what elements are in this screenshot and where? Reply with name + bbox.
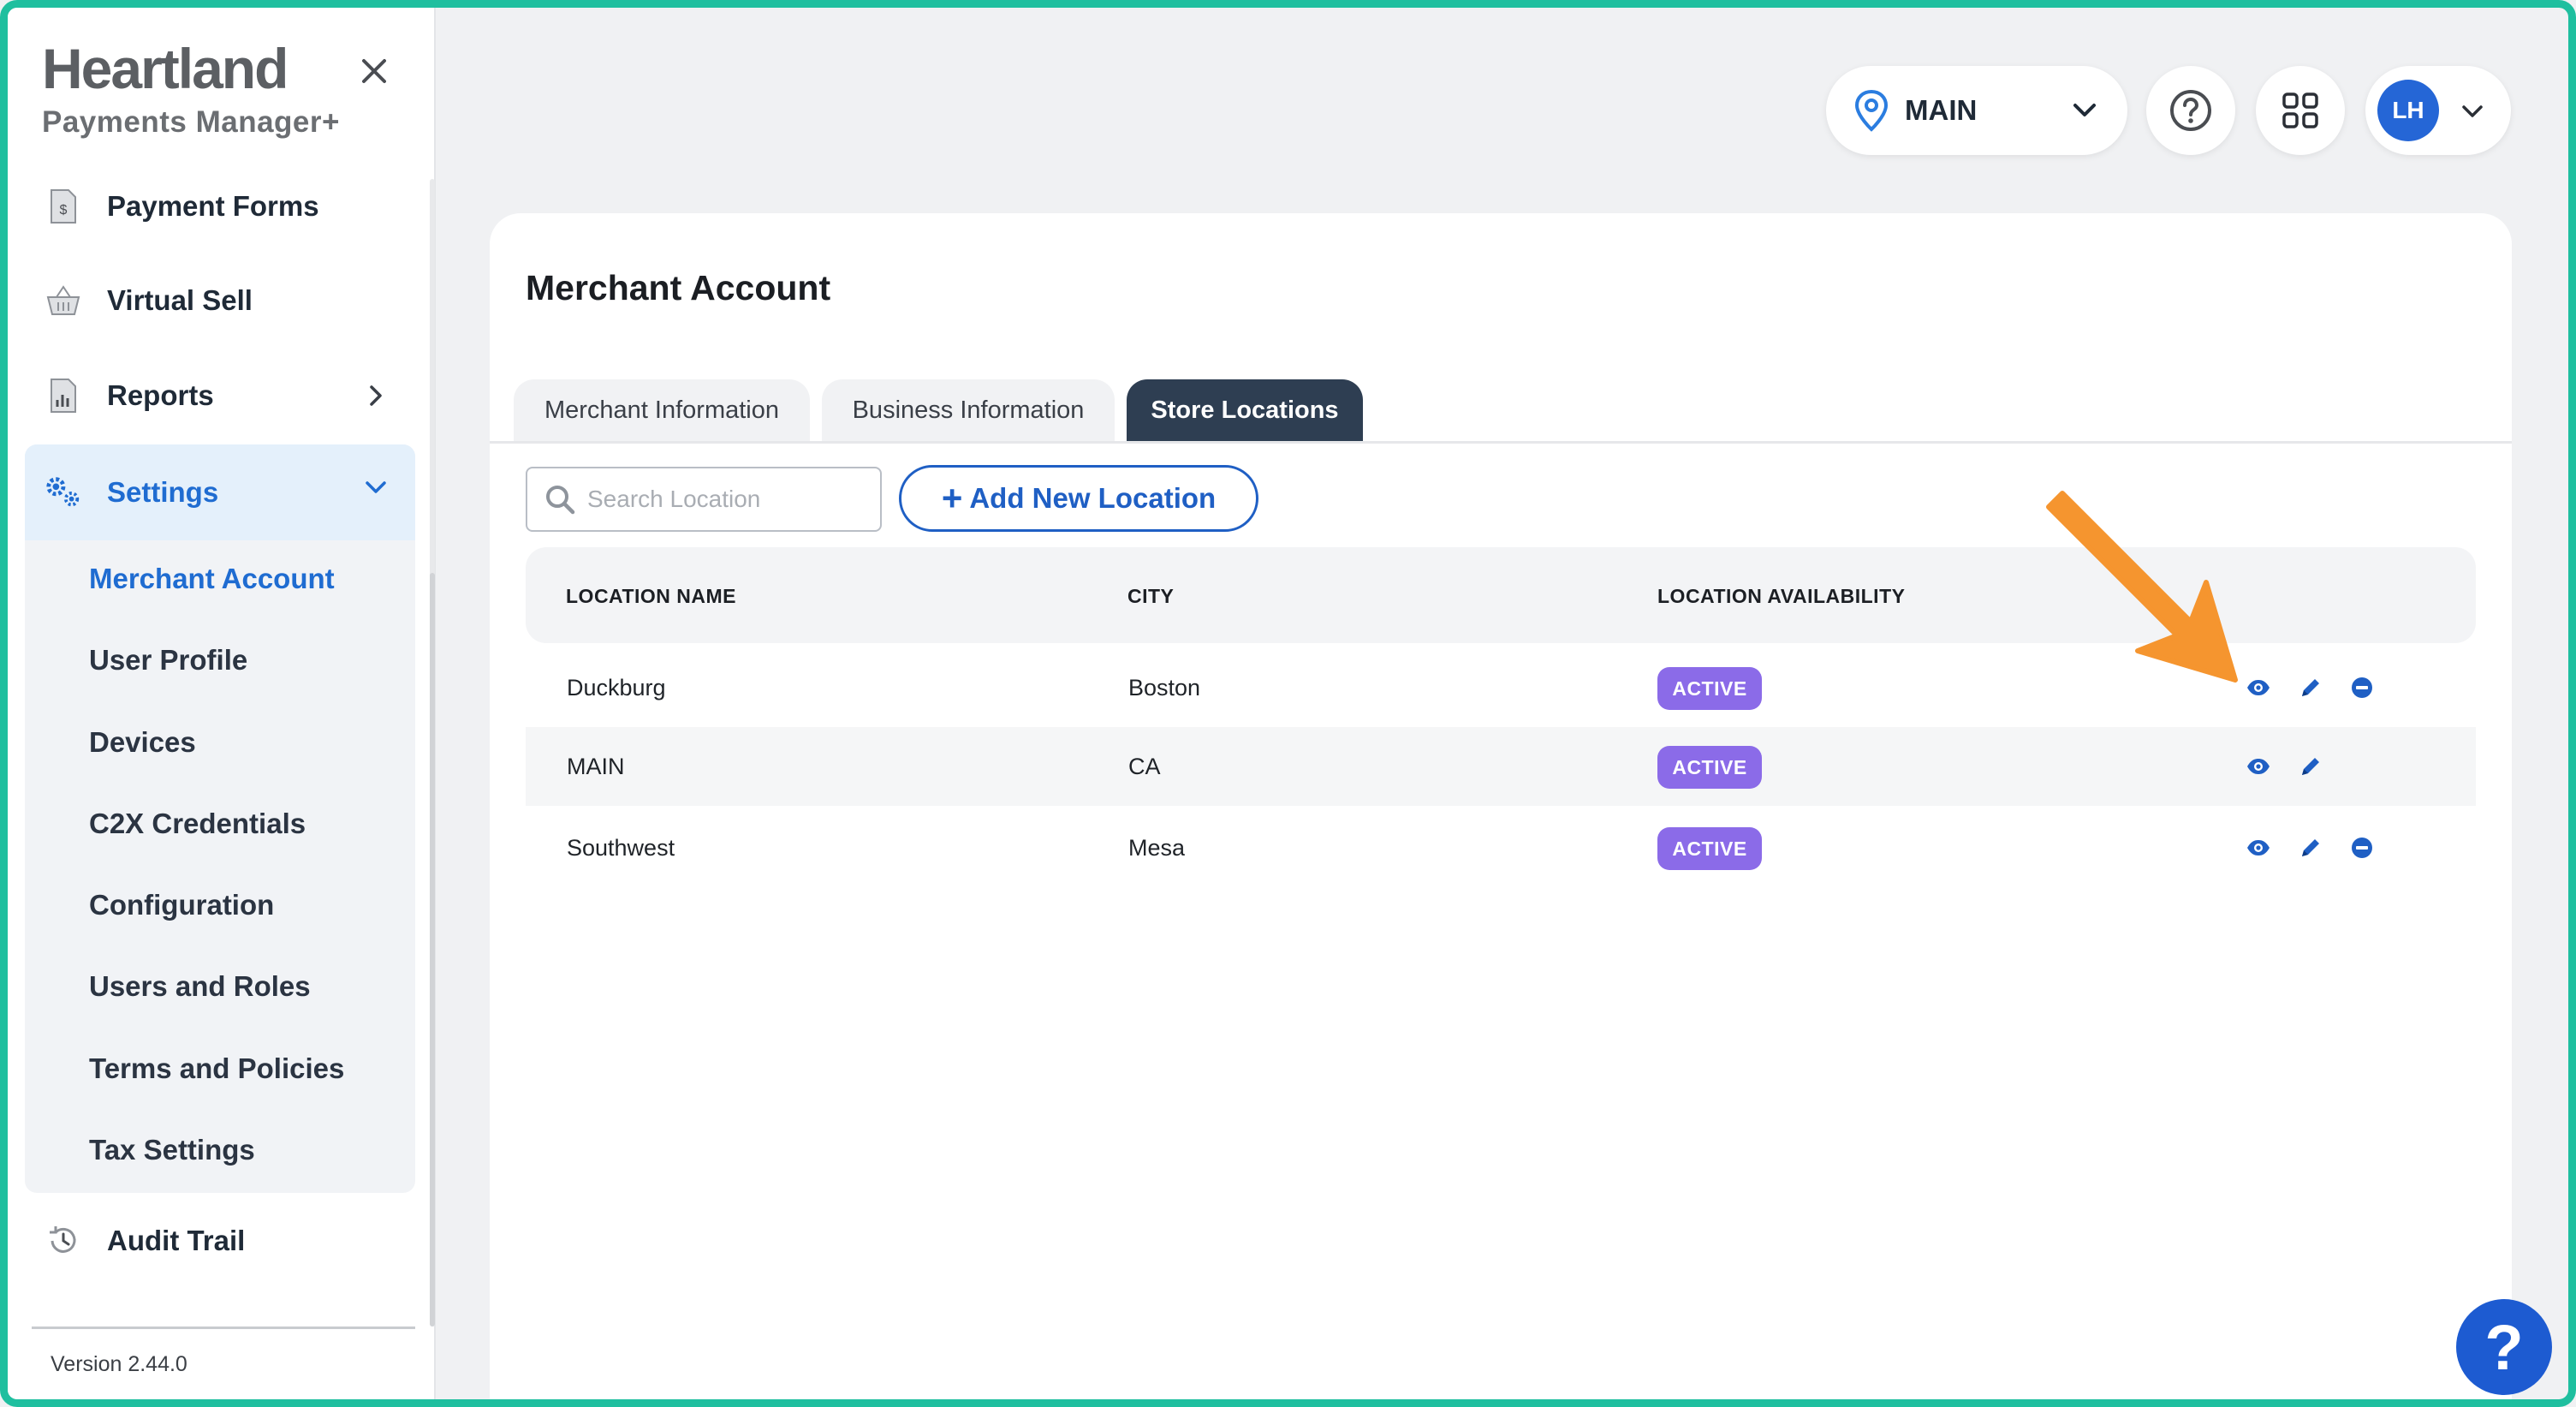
edit-button[interactable]: [2295, 751, 2326, 782]
sidebar-item-settings[interactable]: Settings: [25, 444, 415, 540]
eye-icon: [2247, 840, 2270, 856]
sidebar-item-label: Reports: [107, 379, 214, 411]
close-sidebar-button[interactable]: [354, 51, 395, 92]
pencil-icon: [2302, 679, 2319, 696]
sidebar-subitem-users-and-roles[interactable]: Users and Roles: [89, 970, 311, 1003]
sidebar-item-label: Audit Trail: [107, 1225, 246, 1256]
column-header-city: CITY: [1127, 585, 1175, 607]
app-window: Heartland Payments Manager+ $ Payment Fo…: [0, 0, 2576, 1407]
status-badge: ACTIVE: [1657, 667, 1762, 710]
column-header-location-availability: LOCATION AVAILABILITY: [1657, 585, 1906, 607]
search-location-input[interactable]: [587, 486, 861, 513]
history-icon: [44, 1221, 83, 1261]
location-pin-icon: [1854, 89, 1889, 132]
city-cell: CA: [1128, 754, 1161, 779]
location-selector[interactable]: MAIN: [1826, 66, 2127, 155]
search-icon: [546, 486, 575, 515]
sidebar-item-label: Payment Forms: [107, 190, 319, 222]
basket-icon: [44, 281, 83, 320]
remove-button[interactable]: [2347, 832, 2377, 863]
chevron-down-icon: [2462, 105, 2483, 117]
apps-grid-button[interactable]: [2256, 66, 2345, 155]
sidebar-item-reports[interactable]: Reports: [25, 353, 415, 438]
location-name-cell: Southwest: [567, 835, 675, 861]
table-row: MAIN CA ACTIVE: [526, 727, 2476, 806]
gears-icon: [44, 473, 83, 512]
status-badge: ACTIVE: [1657, 746, 1762, 789]
sidebar: Heartland Payments Manager+ $ Payment Fo…: [8, 8, 436, 1399]
chevron-down-icon: [366, 481, 386, 493]
sidebar-item-virtual-sell[interactable]: Virtual Sell: [25, 258, 415, 343]
tab-store-locations[interactable]: Store Locations: [1127, 379, 1363, 441]
page-title: Merchant Account: [526, 268, 831, 307]
help-circle-icon: [2170, 90, 2211, 131]
pencil-icon: [2302, 839, 2319, 856]
sidebar-item-label: Settings: [107, 476, 219, 508]
annotation-arrow-icon: [2046, 491, 2238, 683]
sidebar-subitem-merchant-account[interactable]: Merchant Account: [89, 563, 335, 595]
version-label: Version 2.44.0: [51, 1352, 187, 1376]
pencil-icon: [2302, 758, 2319, 775]
chevron-down-icon: [2073, 104, 2096, 116]
column-header-location-name: LOCATION NAME: [566, 585, 737, 607]
status-badge: ACTIVE: [1657, 827, 1762, 870]
sidebar-item-label: Virtual Sell: [107, 284, 253, 316]
city-cell: Mesa: [1128, 835, 1186, 861]
eye-icon: [2247, 759, 2270, 774]
view-button[interactable]: [2243, 751, 2274, 782]
location-selector-value: MAIN: [1905, 94, 1978, 126]
logo-main-text: Heartland: [42, 37, 289, 100]
sidebar-divider: [32, 1327, 415, 1329]
sidebar-item-audit-trail[interactable]: Audit Trail: [25, 1198, 415, 1284]
sidebar-subitem-devices[interactable]: Devices: [89, 726, 196, 759]
document-dollar-icon: $: [44, 187, 83, 226]
chevron-right-icon: [370, 385, 382, 406]
table-row: Southwest Mesa ACTIVE: [526, 808, 2476, 887]
avatar: LH: [2377, 80, 2439, 141]
city-cell: Boston: [1128, 675, 1201, 701]
apps-grid-icon: [2282, 92, 2318, 128]
sidebar-subitem-configuration[interactable]: Configuration: [89, 889, 274, 921]
sidebar-subitem-tax-settings[interactable]: Tax Settings: [89, 1134, 255, 1166]
user-menu-button[interactable]: LH: [2365, 66, 2511, 155]
location-name-cell: MAIN: [567, 754, 625, 779]
minus-circle-icon: [2352, 838, 2372, 858]
sidebar-scrollbar-thumb[interactable]: [430, 573, 435, 1327]
add-new-location-label: Add New Location: [969, 482, 1217, 514]
sidebar-subitem-user-profile[interactable]: User Profile: [89, 644, 247, 677]
plus-icon: +: [941, 478, 963, 518]
logo: Heartland Payments Manager+: [42, 40, 340, 140]
help-button[interactable]: [2146, 66, 2235, 155]
minus-circle-icon: [2352, 677, 2372, 698]
search-location-field[interactable]: [526, 467, 882, 532]
report-chart-icon: [44, 376, 83, 415]
close-icon: [362, 59, 386, 83]
tabs-divider: [490, 441, 2512, 444]
remove-button[interactable]: [2347, 672, 2377, 703]
location-name-cell: Duckburg: [567, 675, 666, 701]
logo-sub-text: Payments Manager+: [42, 105, 340, 139]
sidebar-item-payment-forms[interactable]: $ Payment Forms: [25, 164, 415, 249]
edit-button[interactable]: [2295, 672, 2326, 703]
tab-business-information[interactable]: Business Information: [822, 379, 1115, 441]
main-card: Merchant Account Merchant Information Bu…: [490, 213, 2512, 1399]
sidebar-subitem-terms-and-policies[interactable]: Terms and Policies: [89, 1052, 344, 1085]
svg-text:$: $: [60, 203, 68, 218]
edit-button[interactable]: [2295, 832, 2326, 863]
sidebar-subitem-c2x-credentials[interactable]: C2X Credentials: [89, 808, 306, 840]
add-new-location-button[interactable]: + Add New Location: [899, 465, 1258, 532]
help-fab-button[interactable]: ?: [2456, 1299, 2552, 1395]
tab-merchant-information[interactable]: Merchant Information: [514, 379, 810, 441]
view-button[interactable]: [2243, 832, 2274, 863]
